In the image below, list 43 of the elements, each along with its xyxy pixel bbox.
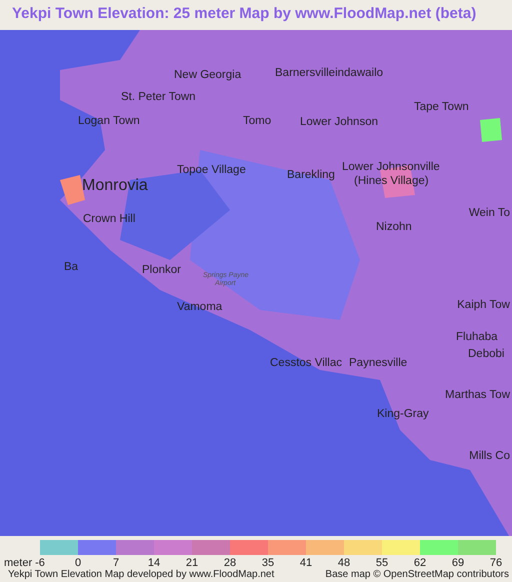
place-label: Crown Hill (83, 214, 136, 226)
place-label: Lower Johnsonville (342, 162, 440, 174)
place-label: King-Gray (377, 409, 429, 420)
place-label: (Hines Village) (354, 176, 429, 188)
legend-unit: meter (4, 557, 32, 569)
place-label: Paynesville (349, 358, 408, 370)
place-label: Ba (64, 262, 78, 274)
credit-text: Yekpi Town Elevation Map developed by www.FloodMap.net (8, 569, 274, 581)
legend-tick: 7 (112, 557, 120, 569)
legend-tick: 14 (148, 557, 160, 569)
attribution-text: Base map © OpenStreetMap contributors (325, 569, 509, 581)
place-label: Plonkor (142, 265, 181, 276)
place-label: Vamoma (177, 302, 222, 314)
place-label: Marthas Tow (445, 390, 510, 402)
place-label: Lower Johnson (300, 117, 378, 128)
legend-tick: 21 (186, 557, 198, 569)
legend-tick: 28 (224, 557, 236, 569)
legend-tick: 62 (414, 557, 426, 569)
legend-tick: -6 (35, 557, 45, 569)
place-label: New Georgia (174, 70, 242, 82)
legend-tick: 41 (300, 557, 312, 569)
place-label: Topoe Village (177, 165, 246, 176)
legend-tick: 48 (338, 557, 350, 569)
place-label: Cesstos Villac (270, 358, 342, 370)
place-label: Nizohn (376, 222, 412, 234)
place-label: Barekling (287, 170, 335, 182)
legend-tick: 55 (376, 557, 388, 569)
place-label: Barnersvilleindawailo (275, 68, 384, 80)
place-label: Mills Co (469, 451, 510, 462)
place-label: Logan Town (78, 116, 140, 128)
place-label: Fluhaba (456, 332, 498, 344)
map-title: Yekpi Town Elevation: 25 meter Map by www.FloodMap.net (beta) (12, 5, 478, 22)
legend-tick: 0 (74, 557, 82, 569)
legend-tick: 76 (490, 557, 502, 569)
place-label: Tomo (243, 116, 272, 128)
place-label: Debobi (468, 349, 504, 360)
legend-tick: 35 (262, 557, 274, 569)
place-label: Kaiph Tow (457, 300, 510, 312)
place-label: St. Peter Town (121, 92, 196, 104)
place-label: Wein To (468, 208, 510, 220)
place-label: Tape Town (414, 102, 469, 114)
legend-tick: 69 (452, 557, 464, 569)
place-label: Monrovia (82, 178, 148, 194)
